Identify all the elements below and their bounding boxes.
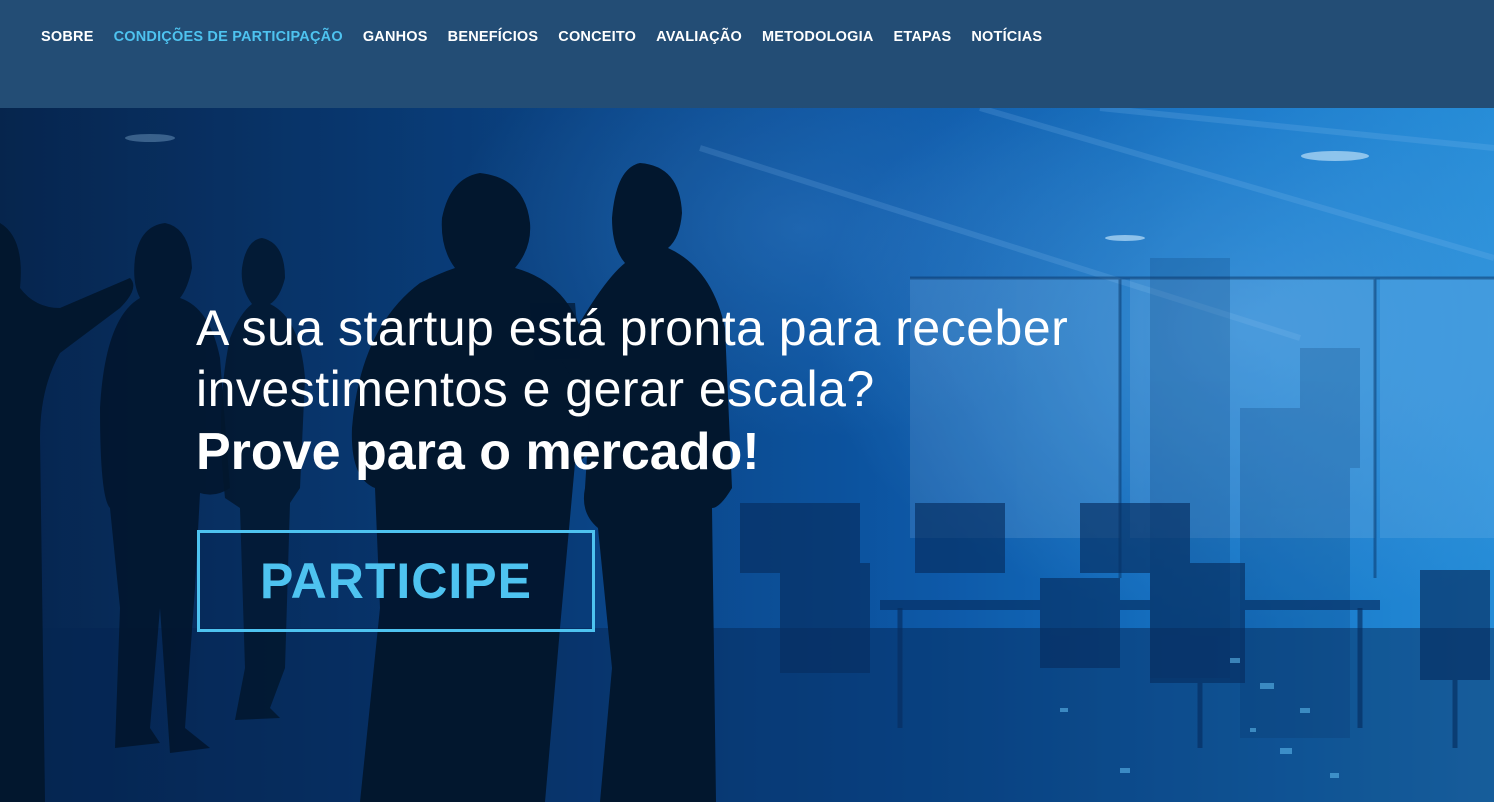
hero-banner: A sua startup está pronta para receber i… <box>0 108 1494 802</box>
nav-item-beneficios[interactable]: BENEFÍCIOS <box>438 27 549 47</box>
nav-item-avaliacao[interactable]: AVALIAÇÃO <box>646 27 752 47</box>
headline-line-1: A sua startup está pronta para receber <box>196 300 1069 356</box>
nav-item-etapas[interactable]: ETAPAS <box>884 27 962 47</box>
nav-item-ganhos[interactable]: GANHOS <box>353 27 438 47</box>
participe-button[interactable]: PARTICIPE <box>197 530 595 632</box>
hero-headline: A sua startup está pronta para receber i… <box>196 298 1068 484</box>
nav-item-condicoes-de-participacao[interactable]: CONDIÇÕES DE PARTICIPAÇÃO <box>104 27 353 47</box>
main-menu: SOBRE CONDIÇÕES DE PARTICIPAÇÃO GANHOS B… <box>41 27 1052 47</box>
nav-item-conceito[interactable]: CONCEITO <box>548 27 646 47</box>
nav-item-metodologia[interactable]: METODOLOGIA <box>752 27 884 47</box>
nav-item-sobre[interactable]: SOBRE <box>41 27 104 47</box>
headline-emphasis: Prove para o mercado! <box>196 423 760 481</box>
top-navigation-bar: SOBRE CONDIÇÕES DE PARTICIPAÇÃO GANHOS B… <box>0 0 1494 108</box>
nav-item-noticias[interactable]: NOTÍCIAS <box>961 27 1052 47</box>
page: SOBRE CONDIÇÕES DE PARTICIPAÇÃO GANHOS B… <box>0 0 1494 802</box>
headline-line-2: investimentos e gerar escala? <box>196 361 875 417</box>
